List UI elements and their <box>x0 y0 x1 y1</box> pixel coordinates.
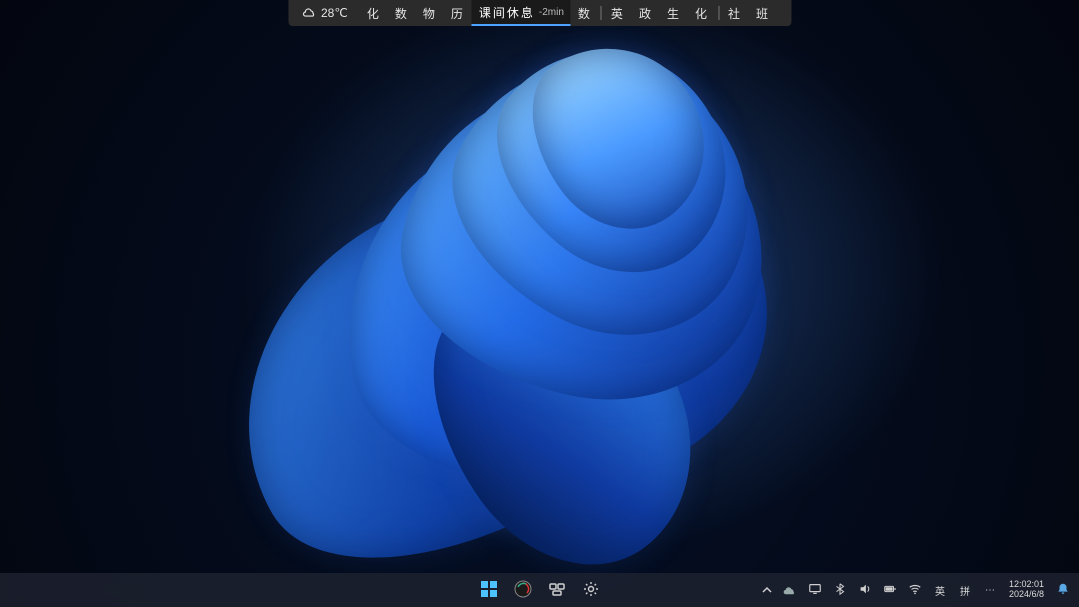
bluetooth-tray[interactable] <box>832 582 848 598</box>
current-period-label: 课间休息 <box>479 4 535 21</box>
period-chemistry-1[interactable]: 化 <box>360 0 388 26</box>
period-english[interactable]: 英 <box>604 0 632 26</box>
notification-center[interactable] <box>1055 582 1071 598</box>
wifi-icon <box>908 582 922 599</box>
taskbar: 英 拼 ⋯ 12:02:01 2024/6/8 <box>0 573 1079 607</box>
taskbar-clock[interactable]: 12:02:01 2024/6/8 <box>1007 580 1046 600</box>
battery-icon <box>883 582 897 599</box>
period-politics[interactable]: 政 <box>632 0 660 26</box>
weather-widget[interactable]: 28℃ <box>302 5 348 22</box>
network-tray[interactable] <box>807 582 823 598</box>
schedule-divider-1 <box>601 6 602 20</box>
ime-extra[interactable]: ⋯ <box>982 582 998 598</box>
period-history[interactable]: 历 <box>444 0 472 26</box>
bluetooth-icon <box>833 582 847 599</box>
period-club[interactable]: 社 <box>721 0 749 26</box>
settings-app[interactable] <box>577 576 605 604</box>
system-tray: 英 拼 ⋯ 12:02:01 2024/6/8 <box>761 580 1071 600</box>
period-biology[interactable]: 生 <box>660 0 688 26</box>
ime-lang-2[interactable]: 拼 <box>957 582 973 598</box>
class-schedule-bar[interactable]: 28℃ 化 数 物 历 课间休息 -2min 数 英 政 生 化 社 班 <box>288 0 791 26</box>
period-class-meeting[interactable]: 班 <box>749 0 777 26</box>
period-math-1[interactable]: 数 <box>388 0 416 26</box>
cloud-tray-icon <box>783 582 797 599</box>
period-physics[interactable]: 物 <box>416 0 444 26</box>
period-chemistry-2[interactable]: 化 <box>688 0 716 26</box>
task-view-button[interactable] <box>543 576 571 604</box>
taskbar-center-apps <box>475 576 605 604</box>
battery-tray[interactable] <box>882 582 898 598</box>
task-view-icon <box>548 580 566 601</box>
windows-icon <box>480 580 498 601</box>
wifi-tray[interactable] <box>907 582 923 598</box>
gear-icon <box>582 580 600 601</box>
onedrive-tray[interactable] <box>782 582 798 598</box>
weather-temp: 28℃ <box>321 6 348 20</box>
period-math-2[interactable]: 数 <box>571 0 599 26</box>
current-period-remaining: -2min <box>539 7 564 18</box>
cloud-icon <box>302 5 316 22</box>
volume-icon <box>858 582 872 599</box>
start-button[interactable] <box>475 576 503 604</box>
bloom-graphic <box>165 45 885 565</box>
tray-overflow-chevron[interactable] <box>761 582 773 598</box>
obs-app[interactable] <box>509 576 537 604</box>
screen-icon <box>808 582 822 599</box>
period-break-current[interactable]: 课间休息 -2min <box>472 0 571 26</box>
circle-app-icon <box>514 580 532 601</box>
clock-date: 2024/6/8 <box>1009 590 1044 600</box>
volume-tray[interactable] <box>857 582 873 598</box>
ime-lang-1[interactable]: 英 <box>932 582 948 598</box>
schedule-divider-2 <box>718 6 719 20</box>
desktop-wallpaper[interactable] <box>0 0 1079 607</box>
bell-icon <box>1056 582 1070 599</box>
